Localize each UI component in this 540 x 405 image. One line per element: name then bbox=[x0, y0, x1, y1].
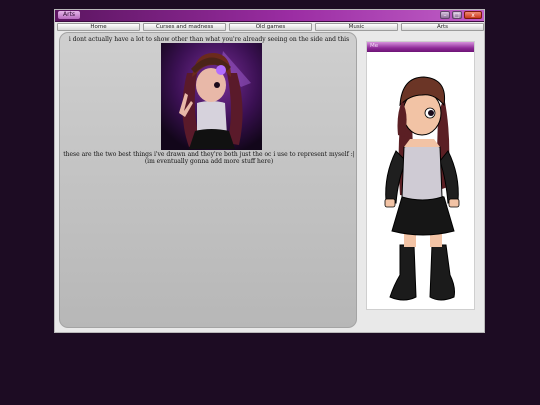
caption-line-2: (im eventually gonna add more stuff here… bbox=[144, 158, 274, 165]
arts-window: Arts – □ x Home Curses and madness Old g… bbox=[54, 9, 485, 333]
character-artwork-illustration bbox=[161, 43, 262, 150]
tab-music[interactable]: Music bbox=[315, 23, 398, 31]
maximize-button[interactable]: □ bbox=[452, 11, 462, 19]
sidebar-panel: Me bbox=[366, 41, 475, 310]
nav-tabs: Home Curses and madness Old games Music … bbox=[57, 23, 484, 31]
tab-old-games[interactable]: Old games bbox=[229, 23, 312, 31]
caption-line-1: these are the two best things i've drawn… bbox=[63, 151, 355, 158]
tab-arts[interactable]: Arts bbox=[401, 23, 484, 31]
intro-text: i dont actually have a lot to show other… bbox=[68, 36, 350, 43]
character-sprite-image bbox=[384, 76, 460, 301]
tab-home[interactable]: Home bbox=[57, 23, 140, 31]
window-titlebar[interactable]: Arts – □ x bbox=[55, 10, 484, 22]
artwork-image bbox=[161, 43, 262, 150]
main-content-panel: i dont actually have a lot to show other… bbox=[59, 32, 357, 328]
tab-curses-and-madness[interactable]: Curses and madness bbox=[143, 23, 226, 31]
sidebar-header-label: Me bbox=[370, 43, 379, 49]
close-button[interactable]: x bbox=[464, 11, 482, 19]
window-title: Arts bbox=[58, 11, 81, 19]
minimize-button[interactable]: – bbox=[440, 11, 450, 19]
sidebar-header: Me bbox=[367, 42, 474, 52]
